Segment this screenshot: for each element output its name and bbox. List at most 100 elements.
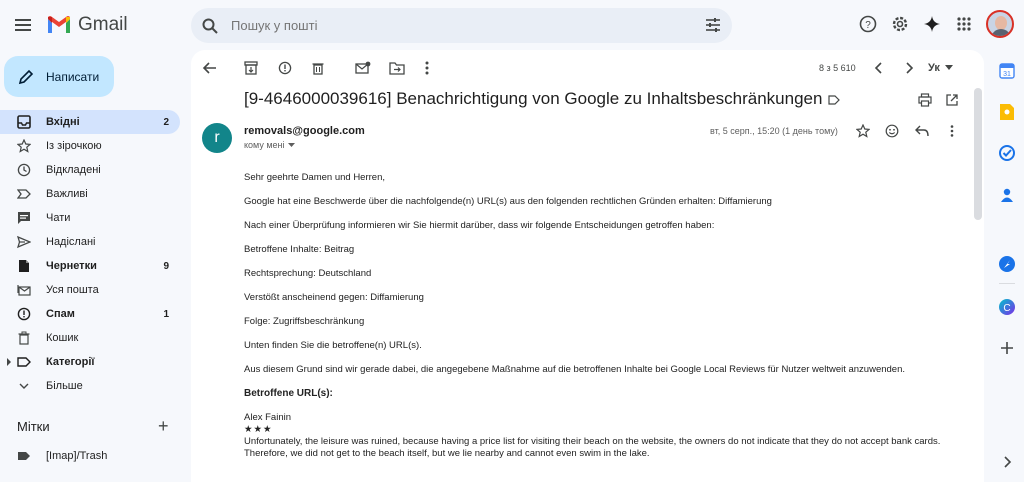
affected-urls-heading: Betroffene URL(s): [244,388,333,399]
account-avatar[interactable] [986,10,1014,38]
body-paragraph: Sehr geehrte Damen und Herren, [244,172,385,183]
settings-gear-icon[interactable] [890,14,910,34]
sidebar-item-important[interactable]: Важливі [0,182,180,206]
message-toolbar: 8 з 5 610 Ук [191,50,984,86]
delete-icon[interactable] [309,59,327,77]
sidebar-item-label: Із зірочкою [46,140,102,152]
input-language-selector[interactable]: Ук [928,59,960,77]
item-count: 1 [163,308,169,320]
svg-text:C: C [1003,303,1010,314]
important-icon [17,187,31,201]
send-icon [17,235,31,249]
addon-canva-icon[interactable]: C [995,295,1019,319]
search-options-icon[interactable] [704,16,722,34]
body-paragraph: Betroffene Inhalte: Beitrag [244,244,355,255]
search-icon[interactable] [201,17,219,35]
tasks-icon[interactable] [995,141,1019,165]
sidebar-item-sent[interactable]: Надіслані [0,230,180,254]
newer-chevron-icon[interactable] [870,59,888,77]
compose-label: Написати [46,69,100,84]
top-bar: Gmail ? [0,0,1024,52]
chat-icon [17,211,31,225]
app-name: Gmail [78,14,128,35]
message-body: Sehr geehrte Damen und Herren, Google ha… [244,172,964,460]
search-bar[interactable] [191,8,732,43]
sidebar-item-chats[interactable]: Чати [0,206,180,230]
expand-caret-icon[interactable] [7,358,11,366]
top-right-controls: ? [858,10,1014,38]
rail-divider [999,283,1015,284]
older-chevron-icon[interactable] [900,59,918,77]
help-icon[interactable]: ? [858,14,878,34]
sidebar-item-label: Уся пошта [46,284,99,296]
labels-heading: Мітки [17,419,50,434]
add-label-icon[interactable]: + [158,416,169,437]
back-arrow-icon[interactable] [201,59,219,77]
apps-grid-icon[interactable] [954,14,974,34]
sidebar-item-categories[interactable]: Категорії [0,350,180,374]
review-author: Alex Fainin [244,412,291,423]
item-count: 9 [163,260,169,272]
sidebar-item-starred[interactable]: Із зірочкою [0,134,180,158]
reply-icon[interactable] [913,122,931,140]
sidebar-item-label: [Imap]/Trash [46,450,108,462]
contacts-icon[interactable] [995,183,1019,207]
report-spam-icon[interactable] [276,59,294,77]
body-paragraph: Unten finden Sie die betroffene(n) URL(s… [244,340,422,351]
sidebar-item-inbox[interactable]: Вхідні 2 [0,110,180,134]
keep-icon[interactable] [995,100,1019,124]
language-label: Ук [928,62,940,74]
sidebar-item-snoozed[interactable]: Відкладені [0,158,180,182]
open-in-new-window-icon[interactable] [943,91,961,109]
sidebar-item-spam[interactable]: Спам 1 [0,302,180,326]
gmail-logo[interactable]: Gmail [46,12,128,38]
label-tag-icon[interactable] [828,94,840,108]
sidebar-item-trash[interactable]: Кошик [0,326,180,350]
sidebar-item-label: Спам [46,308,75,320]
pagination-count: 8 з 5 610 [819,63,856,73]
svg-text:?: ? [865,20,871,31]
sidebar-item-label: Надіслані [46,236,96,248]
expand-panel-chevron-icon[interactable] [995,450,1019,474]
star-icon [17,139,31,153]
addon-blue-icon[interactable] [995,252,1019,276]
gemini-sparkle-icon[interactable] [922,14,942,34]
emoji-reaction-icon[interactable] [883,122,901,140]
recipient-label: кому мені [244,140,285,150]
sidebar-item-label: Вхідні [46,116,80,128]
clock-icon [17,163,31,177]
sidebar-item-label: Більше [46,380,83,392]
sidebar-item-label: Важливі [46,188,88,200]
message-date: вт, 5 серп., 15:20 (1 день тому) [710,126,838,136]
draft-icon [17,259,31,273]
sidebar-item-more[interactable]: Більше [0,374,180,398]
email-subject: [9-4646000039616] Benachrichtigung von G… [244,89,823,108]
calendar-icon[interactable]: 31 [995,59,1019,83]
label-icon [17,355,31,369]
search-input[interactable] [231,18,671,33]
main-menu-icon[interactable] [12,14,34,36]
sidebar-item-label: Кошик [46,332,79,344]
unread-count: 2 [163,116,169,128]
sidebar-item-label-trash[interactable]: [Imap]/Trash [0,444,180,468]
recipient-details[interactable]: кому мені [244,140,295,150]
mark-unread-icon[interactable] [354,59,372,77]
more-vert-icon[interactable] [418,59,436,77]
body-paragraph: Nach einer Überprüfung informieren wir S… [244,220,715,231]
move-to-icon[interactable] [388,59,406,77]
trash-icon [17,331,31,345]
sender-avatar[interactable]: r [202,123,232,153]
message-more-vert-icon[interactable] [943,122,961,140]
message-scrollbar[interactable] [974,88,982,220]
message-view: 8 з 5 610 Ук [9-4646000039616] Benachric… [191,50,984,482]
sidebar-item-all-mail[interactable]: Уся пошта [0,278,180,302]
sidebar-nav: Вхідні 2 Із зірочкою Відкладені Важливі … [0,110,180,398]
add-addon-plus-icon[interactable] [995,336,1019,360]
sender-email[interactable]: removals@google.com [244,125,365,137]
compose-button[interactable]: Написати [4,56,114,97]
print-icon[interactable] [916,91,934,109]
sidebar-item-drafts[interactable]: Чернетки 9 [0,254,180,278]
star-message-icon[interactable] [854,122,872,140]
recipient-caret-icon [287,142,295,147]
archive-icon[interactable] [242,59,260,77]
